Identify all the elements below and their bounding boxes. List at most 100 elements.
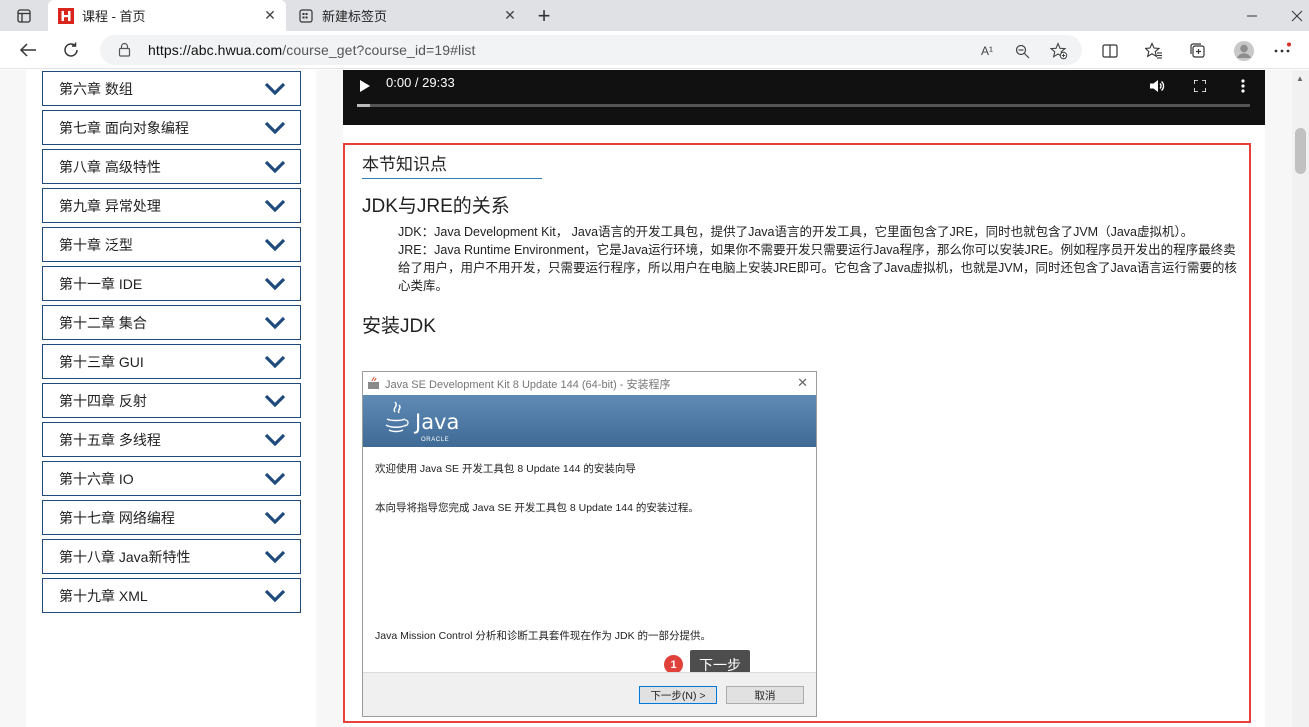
installer-jmc-text: Java Mission Control 分析和诊断工具套件现在作为 JDK 的… (375, 630, 712, 642)
tab-actions-icon[interactable] (14, 6, 34, 26)
chevron-down-icon[interactable] (262, 196, 288, 216)
tab-bar: 课程 - 首页 ✕ 新建标签页 ✕ + (0, 0, 1309, 31)
java-cup-icon (381, 399, 411, 446)
scroll-up-arrow-icon[interactable]: ▲ (1296, 74, 1304, 83)
installer-welcome-text: 欢迎使用 Java SE 开发工具包 8 Update 144 的安装向导 (375, 463, 636, 475)
chapter-item[interactable]: 第九章 异常处理 (42, 188, 301, 223)
jre-description: JRE：Java Runtime Environment，它是Java运行环境，… (398, 243, 1237, 293)
lesson-main: 0:00 / 29:33 本节知识点 JDK与JRE的关系 JDK：Java D… (343, 70, 1265, 727)
chapter-item[interactable]: 第七章 面向对象编程 (42, 110, 301, 145)
chevron-down-icon[interactable] (262, 274, 288, 294)
close-icon[interactable]: ✕ (260, 6, 280, 26)
chevron-down-icon[interactable] (262, 391, 288, 411)
chapter-item[interactable]: 第十章 泛型 (42, 227, 301, 262)
chapter-item[interactable]: 第十九章 XML (42, 578, 301, 613)
chapter-item[interactable]: 第十四章 反射 (42, 383, 301, 418)
address-bar[interactable]: https://abc.hwua.com/course_get?course_i… (100, 35, 1082, 65)
chevron-down-icon[interactable] (262, 547, 288, 567)
title-underline (362, 178, 542, 179)
chevron-down-icon[interactable] (262, 352, 288, 372)
new-tab-plus-icon[interactable]: + (532, 3, 556, 28)
hwua-favicon-icon (58, 7, 74, 24)
video-progress-fill (357, 104, 371, 107)
lock-icon[interactable] (118, 42, 131, 62)
chapter-label: 第十八章 Java新特性 (59, 548, 191, 565)
chapter-item[interactable]: 第十六章 IO (42, 461, 301, 496)
fullscreen-icon[interactable] (1190, 76, 1210, 96)
chapter-label: 第十二章 集合 (59, 314, 147, 331)
close-icon[interactable]: ✕ (500, 6, 520, 26)
back-arrow-icon[interactable] (15, 38, 41, 62)
oracle-logo-text: ORACLE (421, 437, 450, 443)
page-content: 第六章 数组 第七章 面向对象编程 第八章 高级特性 第九章 异常处理 第十章 … (0, 70, 1292, 727)
chapter-item[interactable]: 第十三章 GUI (42, 344, 301, 379)
scrollbar-thumb[interactable] (1295, 128, 1306, 174)
read-aloud-icon[interactable]: A¹ (977, 41, 997, 61)
profile-avatar-icon[interactable] (1233, 40, 1255, 62)
chapter-label: 第十七章 网络编程 (59, 509, 175, 526)
more-options-icon[interactable] (1233, 76, 1253, 96)
chapter-item[interactable]: 第十七章 网络编程 (42, 500, 301, 535)
chapter-label: 第十九章 XML (59, 587, 148, 604)
jdk-jre-heading: JDK与JRE的关系 (362, 196, 510, 217)
zoom-icon[interactable] (1012, 41, 1032, 61)
chevron-down-icon[interactable] (262, 313, 288, 333)
chapter-item[interactable]: 第十五章 多线程 (42, 422, 301, 457)
tab-new-tab[interactable]: 新建标签页 ✕ (288, 0, 526, 31)
close-window-icon[interactable] (1285, 4, 1309, 28)
installer-app-icon (367, 376, 381, 390)
browser-toolbar: https://abc.hwua.com/course_get?course_i… (0, 31, 1309, 69)
chapter-item[interactable]: 第十二章 集合 (42, 305, 301, 340)
chevron-down-icon[interactable] (262, 235, 288, 255)
installer-guide-text: 本向导将指导您完成 Java SE 开发工具包 8 Update 144 的安装… (375, 502, 699, 514)
installer-footer: 下一步(N) > 取消 (363, 672, 816, 716)
settings-more-icon[interactable] (1271, 40, 1293, 62)
chevron-down-icon[interactable] (262, 508, 288, 528)
favorites-icon[interactable] (1143, 40, 1165, 62)
minimize-icon[interactable] (1240, 4, 1264, 28)
chevron-down-icon[interactable] (262, 157, 288, 177)
chapter-item[interactable]: 第十一章 IDE (42, 266, 301, 301)
chapter-sidebar: 第六章 数组 第七章 面向对象编程 第八章 高级特性 第九章 异常处理 第十章 … (26, 70, 316, 727)
close-icon: ✕ (797, 375, 808, 390)
chapter-label: 第七章 面向对象编程 (59, 119, 189, 136)
video-progress-bar[interactable] (357, 104, 1250, 107)
jdk-description: JDK：Java Development Kit， Java语言的开发工具包，提… (398, 225, 1194, 239)
url-host: https://abc.hwua.com (148, 42, 283, 58)
video-time: 0:00 / 29:33 (386, 75, 455, 90)
volume-icon[interactable] (1147, 76, 1167, 96)
split-screen-icon[interactable] (1099, 40, 1121, 62)
chapter-label: 第十五章 多线程 (59, 431, 161, 448)
installer-window-title: Java SE Development Kit 8 Update 144 (64… (385, 379, 671, 391)
installer-screenshot: Java SE Development Kit 8 Update 144 (64… (362, 371, 817, 717)
tab-label: 课程 - 首页 (82, 9, 146, 24)
chapter-item[interactable]: 第十八章 Java新特性 (42, 539, 301, 574)
chevron-down-icon[interactable] (262, 469, 288, 489)
chapter-label: 第十章 泛型 (59, 236, 133, 253)
url-path: /course_get?course_id=19#list (282, 42, 476, 58)
install-jdk-heading: 安装JDK (362, 316, 436, 337)
installer-titlebar: Java SE Development Kit 8 Update 144 (64… (363, 372, 816, 395)
tab-label: 新建标签页 (322, 9, 388, 24)
java-banner: Java ORACLE (363, 395, 816, 447)
chapter-label: 第八章 高级特性 (59, 158, 161, 175)
collections-icon[interactable] (1187, 40, 1209, 62)
url-text[interactable]: https://abc.hwua.com/course_get?course_i… (148, 42, 476, 58)
refresh-icon[interactable] (58, 38, 84, 62)
video-player[interactable]: 0:00 / 29:33 (343, 70, 1265, 125)
add-favorite-icon[interactable] (1049, 41, 1069, 61)
chevron-down-icon[interactable] (262, 586, 288, 606)
chapter-label: 第十一章 IDE (59, 275, 143, 292)
chapter-label: 第十四章 反射 (59, 392, 147, 409)
chapter-label: 第十三章 GUI (59, 353, 144, 370)
chevron-down-icon[interactable] (262, 79, 288, 99)
chapter-label: 第六章 数组 (59, 80, 133, 97)
chapter-label: 第十六章 IO (59, 470, 134, 487)
chapter-item[interactable]: 第六章 数组 (42, 71, 301, 106)
tab-course-home[interactable]: 课程 - 首页 ✕ (48, 0, 286, 31)
chevron-down-icon[interactable] (262, 430, 288, 450)
page-scrollbar[interactable]: ▲ (1292, 70, 1309, 727)
chevron-down-icon[interactable] (262, 118, 288, 138)
chapter-item[interactable]: 第八章 高级特性 (42, 149, 301, 184)
play-icon[interactable] (355, 76, 375, 96)
